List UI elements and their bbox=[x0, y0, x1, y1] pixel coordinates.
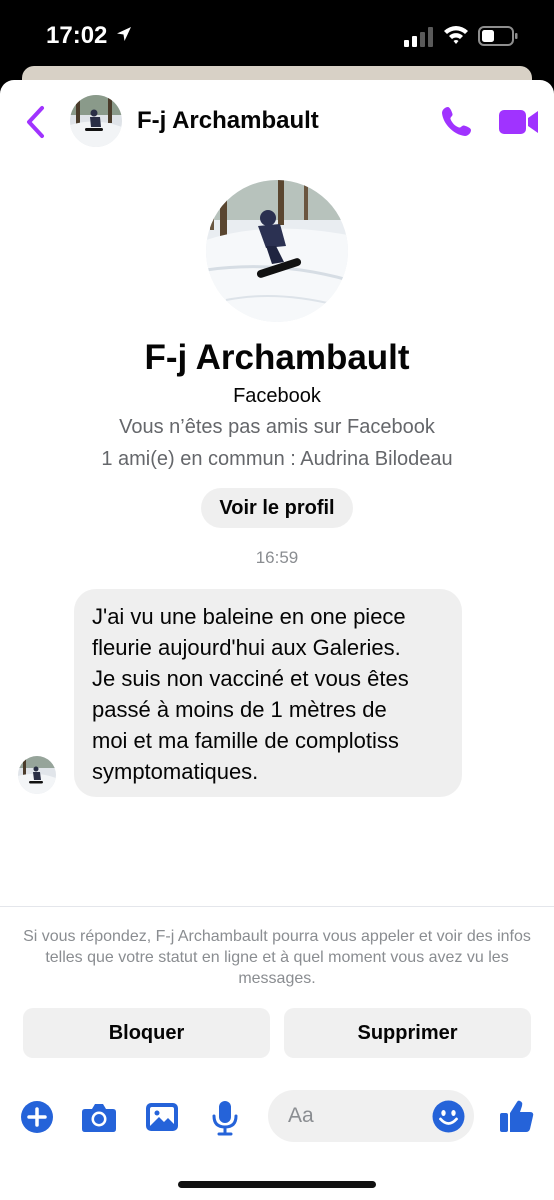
snowboarder-photo-icon bbox=[18, 756, 56, 794]
battery-icon bbox=[478, 25, 518, 47]
home-indicator bbox=[178, 1181, 376, 1188]
back-button[interactable] bbox=[22, 104, 50, 140]
snowboarder-photo-icon bbox=[206, 180, 348, 322]
message-bubble[interactable]: J'ai vu une baleine en one piece fleurie… bbox=[74, 589, 462, 797]
snowboarder-photo-icon bbox=[70, 95, 122, 147]
message-line: J'ai vu une baleine en one piece bbox=[92, 604, 406, 629]
contact-avatar[interactable] bbox=[70, 95, 122, 147]
message-line: symptomatiques. bbox=[92, 759, 259, 784]
message-line: fleurie aujourd'hui aux Galeries. bbox=[92, 635, 401, 660]
emoji-icon bbox=[432, 1100, 465, 1133]
delete-button[interactable]: Supprimer bbox=[284, 1008, 531, 1058]
camera-icon bbox=[82, 1104, 116, 1132]
gallery-icon bbox=[146, 1103, 178, 1131]
contact-name[interactable]: F-j Archambault bbox=[137, 107, 319, 135]
view-profile-button[interactable]: Voir le profil bbox=[201, 488, 353, 528]
message-composer bbox=[0, 1088, 554, 1148]
sender-avatar[interactable] bbox=[18, 756, 56, 794]
profile-source: Facebook bbox=[233, 385, 321, 407]
message-timestamp: 16:59 bbox=[255, 548, 299, 567]
video-call-button[interactable] bbox=[498, 107, 540, 137]
conversation-sheet: F-j Archambault F-j Archambault Facebook… bbox=[0, 80, 554, 1200]
divider bbox=[0, 906, 554, 907]
status-time: 17:02 bbox=[46, 22, 108, 49]
camera-button[interactable] bbox=[81, 1100, 116, 1134]
message-line: moi et ma famille de complotiss bbox=[92, 728, 399, 753]
audio-call-button[interactable] bbox=[440, 104, 474, 138]
gallery-button[interactable] bbox=[145, 1100, 179, 1134]
status-bar: 17:02 bbox=[0, 0, 554, 70]
message-line: Je suis non vacciné et vous êtes bbox=[92, 666, 409, 691]
chevron-left-icon bbox=[27, 106, 44, 138]
cellular-signal-icon bbox=[404, 27, 434, 47]
thumbs-up-icon bbox=[500, 1100, 534, 1132]
emoji-button[interactable] bbox=[432, 1100, 465, 1133]
phone-icon bbox=[442, 107, 471, 136]
chat-header: F-j Archambault bbox=[0, 80, 554, 164]
like-button[interactable] bbox=[499, 1098, 535, 1134]
privacy-notice: Si vous répondez, F-j Archambault pourra… bbox=[23, 928, 531, 987]
plus-button[interactable] bbox=[20, 1100, 54, 1134]
message-line: passé à moins de 1 mètres de bbox=[92, 697, 387, 722]
plus-icon bbox=[21, 1101, 53, 1133]
microphone-button[interactable] bbox=[210, 1100, 244, 1136]
location-arrow-icon bbox=[115, 25, 133, 43]
microphone-icon bbox=[212, 1101, 238, 1136]
wifi-icon bbox=[443, 24, 469, 46]
profile-name: F-j Archambault bbox=[144, 338, 410, 377]
mutual-friends: 1 ami(e) en commun : Audrina Bilodeau bbox=[101, 448, 453, 470]
video-camera-icon bbox=[499, 110, 538, 134]
friend-status: Vous n’êtes pas amis sur Facebook bbox=[119, 416, 435, 438]
block-button[interactable]: Bloquer bbox=[23, 1008, 270, 1058]
profile-avatar[interactable] bbox=[206, 180, 348, 322]
